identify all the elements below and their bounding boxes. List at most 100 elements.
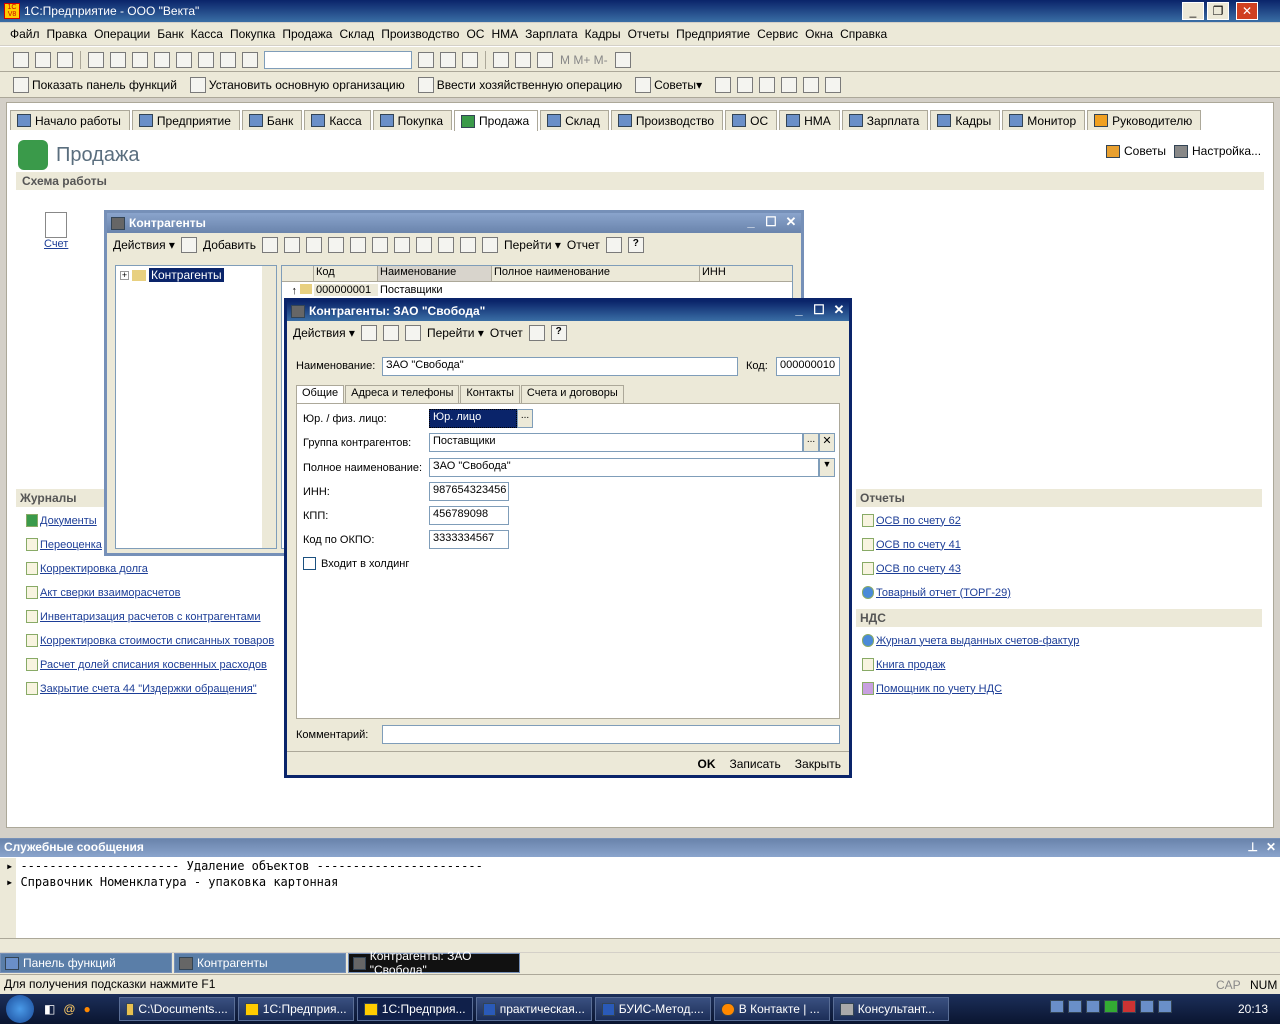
group-select-button[interactable]: ... (803, 433, 819, 452)
report-item[interactable]: ОСВ по счету 43 (862, 562, 961, 575)
chart-icon[interactable] (715, 76, 732, 93)
pin-icon[interactable] (537, 52, 553, 68)
fullname-dropdown-icon[interactable]: ▼ (819, 458, 835, 477)
task-browser[interactable]: В Контакте | ... (713, 997, 830, 1021)
users-icon[interactable] (781, 76, 798, 93)
page-settings-button[interactable]: Настройка... (1174, 144, 1261, 158)
undo-icon[interactable] (198, 52, 214, 68)
journal-link[interactable]: Корректировка долга (40, 563, 148, 575)
tools-icon[interactable] (614, 52, 631, 68)
report-link[interactable]: ОСВ по счету 41 (876, 539, 961, 551)
menu-bank[interactable]: Банк (157, 27, 183, 41)
tab-warehouse[interactable]: Склад (540, 110, 609, 130)
list-settings-icon[interactable] (605, 237, 622, 253)
col-name[interactable]: Наименование (378, 266, 492, 281)
nds-item[interactable]: Книга продаж (862, 658, 945, 671)
journal-item[interactable]: Закрытие счета 44 "Издержки обращения" (26, 682, 257, 695)
comment-field[interactable] (382, 725, 840, 744)
tab-sale[interactable]: Продажа (454, 110, 539, 131)
copy-object-icon[interactable] (404, 325, 421, 341)
firefox-icon[interactable]: ● (84, 1002, 91, 1016)
schet-item[interactable]: Счет (44, 212, 68, 250)
tips-button[interactable]: Советы ▾ (632, 76, 702, 93)
actions-menu[interactable]: Действия ▾ (113, 238, 175, 252)
find-next-icon[interactable] (418, 52, 434, 68)
menu-sale[interactable]: Продажа (282, 27, 332, 41)
type-field[interactable]: Юр. лицо (429, 409, 517, 428)
filter-icon[interactable] (393, 237, 410, 253)
tree-root[interactable]: + Контрагенты (116, 266, 276, 284)
subtab-accounts[interactable]: Счета и договоры (520, 385, 624, 404)
paste-icon[interactable] (132, 52, 148, 68)
subtab-general[interactable]: Общие (296, 385, 345, 404)
save-button[interactable]: Записать (730, 757, 781, 771)
maximize-icon[interactable]: ☐ (763, 215, 779, 231)
nds-link[interactable]: Помощник по учету НДС (876, 683, 1002, 695)
filter-history-icon[interactable] (437, 237, 454, 253)
holding-checkbox[interactable] (303, 557, 316, 570)
expand-icon[interactable]: + (120, 270, 129, 280)
start-button[interactable] (0, 994, 40, 1024)
close-icon[interactable]: ✕ (783, 215, 799, 231)
tab-enterprise[interactable]: Предприятие (131, 110, 240, 130)
task-1c-2[interactable]: 1С:Предприя... (356, 997, 473, 1021)
tab-bank[interactable]: Банк (241, 110, 303, 130)
kpp-field[interactable]: 456789098 (429, 506, 509, 525)
journal-item[interactable]: Корректировка стоимости списанных товаро… (26, 634, 274, 647)
find-icon[interactable] (242, 52, 258, 68)
tab-os[interactable]: ОС (725, 110, 778, 130)
menu-edit[interactable]: Правка (47, 27, 88, 41)
task-word-2[interactable]: БУИС-Метод.... (594, 997, 711, 1021)
menu-service[interactable]: Сервис (757, 27, 798, 41)
reread-icon[interactable] (382, 325, 399, 341)
report-item[interactable]: ОСВ по счету 41 (862, 538, 961, 551)
report-link[interactable]: ОСВ по счету 62 (876, 515, 961, 527)
col-fullname[interactable]: Полное наименование (492, 266, 700, 281)
table-icon[interactable] (737, 76, 754, 93)
email-icon[interactable]: @ (63, 1002, 75, 1016)
ledger-icon[interactable] (803, 76, 820, 93)
folder-add-icon[interactable] (261, 237, 278, 253)
new-icon[interactable] (13, 52, 29, 68)
report-button[interactable]: Отчет (567, 238, 600, 252)
network-icon[interactable] (1158, 1000, 1172, 1013)
tab-start[interactable]: Начало работы (10, 110, 130, 130)
subtab-contacts[interactable]: Контакты (460, 385, 520, 404)
back-icon[interactable] (360, 325, 377, 341)
journal-item[interactable]: Переоценка (26, 538, 102, 551)
up-level-icon[interactable] (371, 237, 388, 253)
journal-link[interactable]: Переоценка (40, 539, 102, 551)
help-1c-icon[interactable] (462, 52, 478, 68)
goto-menu[interactable]: Перейти ▾ (504, 238, 561, 252)
menu-windows[interactable]: Окна (805, 27, 833, 41)
subtab-addresses[interactable]: Адреса и телефоны (345, 385, 460, 404)
list-settings-icon[interactable] (528, 325, 545, 341)
journal-link[interactable]: Корректировка стоимости списанных товаро… (40, 635, 274, 647)
calendar-icon[interactable] (515, 52, 531, 68)
minimize-icon[interactable]: _ (1182, 2, 1204, 20)
menu-reports[interactable]: Отчеты (628, 27, 669, 41)
delete-icon[interactable] (327, 237, 344, 253)
journal-link[interactable]: Инвентаризация расчетов с контрагентами (40, 611, 261, 623)
report-item[interactable]: Товарный отчет (ТОРГ-29) (862, 586, 1011, 599)
col-code[interactable]: Код (314, 266, 378, 281)
enter-op-button[interactable]: Ввести хозяйственную операцию (415, 76, 622, 93)
tab-purchase[interactable]: Покупка (372, 110, 453, 130)
journal-link[interactable]: Закрытие счета 44 "Издержки обращения" (40, 683, 257, 695)
name-field[interactable]: ЗАО "Свобода" (382, 357, 738, 376)
minimize-icon[interactable]: _ (791, 303, 807, 319)
journal-item[interactable]: Инвентаризация расчетов с контрагентами (26, 610, 261, 623)
menu-purchase[interactable]: Покупка (230, 27, 275, 41)
print-icon[interactable] (154, 52, 170, 68)
menu-operations[interactable]: Операции (94, 27, 150, 41)
quicklaunch-icon[interactable]: ◧ (44, 1002, 55, 1016)
menu-cash[interactable]: Касса (191, 27, 223, 41)
maximize-icon[interactable]: ☐ (811, 303, 827, 319)
journal-item[interactable]: Расчет долей списания косвенных расходов (26, 658, 267, 671)
tab-monitor[interactable]: Монитор (1002, 110, 1086, 130)
journal-link[interactable]: Расчет долей списания косвенных расходов (40, 659, 267, 671)
tree-scrollbar[interactable] (262, 266, 276, 548)
tab-salary[interactable]: Зарплата (841, 110, 929, 130)
calculator-icon[interactable] (493, 52, 509, 68)
edit-icon[interactable] (305, 237, 322, 253)
